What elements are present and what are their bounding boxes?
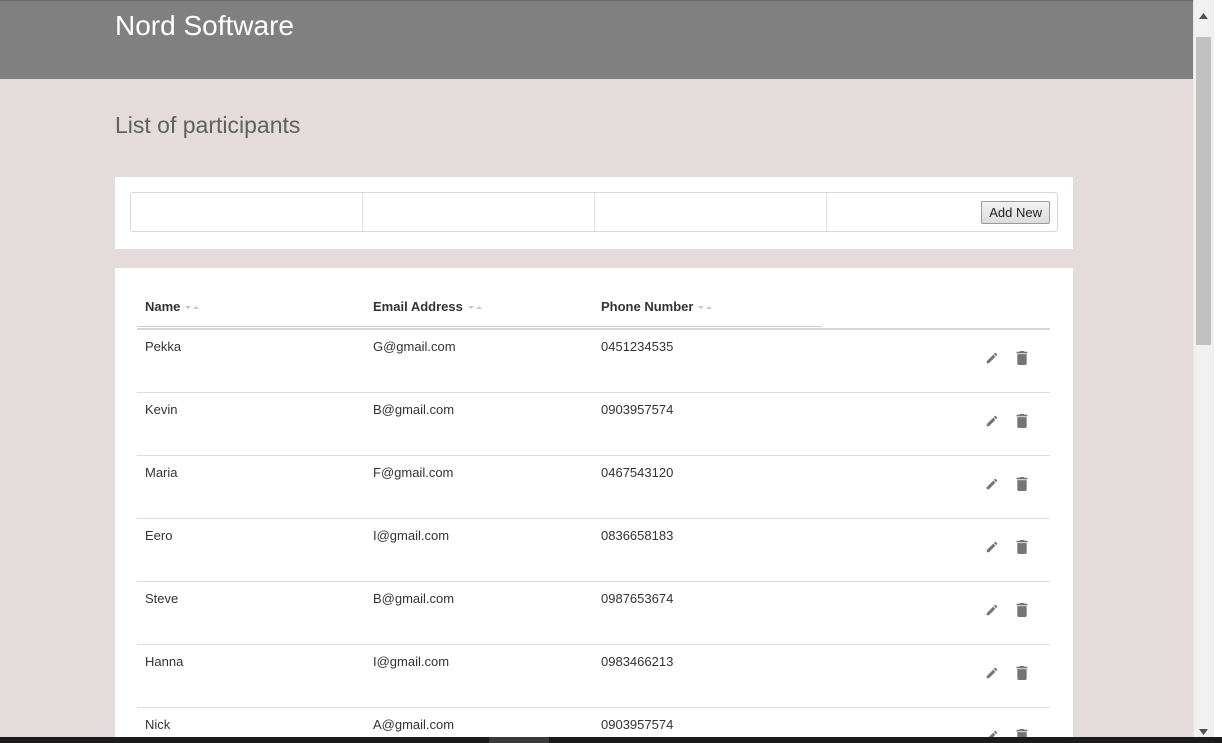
column-header-email[interactable]: Email Address xyxy=(373,299,484,314)
page-title: List of participants xyxy=(115,112,301,138)
cell-phone: 0836658183 xyxy=(601,528,674,543)
cell-email: B@gmail.com xyxy=(373,591,455,606)
trash-delete-icon[interactable] xyxy=(1016,729,1028,737)
trash-delete-icon[interactable] xyxy=(1016,477,1028,496)
table-row: Nick A@gmail.com 0903957574 xyxy=(137,708,1050,737)
sort-icon xyxy=(467,303,484,311)
phone-input[interactable] xyxy=(595,193,827,231)
cell-phone: 0987653674 xyxy=(601,591,674,606)
taskbar xyxy=(0,737,1222,743)
trash-delete-icon[interactable] xyxy=(1016,540,1028,559)
trash-delete-icon[interactable] xyxy=(1016,414,1028,433)
cell-name: Pekka xyxy=(145,339,182,354)
add-participant-form: Add New xyxy=(130,192,1058,232)
pencil-edit-icon[interactable] xyxy=(985,729,999,737)
add-button-cell: Add New xyxy=(827,193,1057,231)
trash-delete-icon[interactable] xyxy=(1016,603,1028,622)
cell-phone: 0467543120 xyxy=(601,465,674,480)
cell-email: G@gmail.com xyxy=(373,339,456,354)
pencil-edit-icon[interactable] xyxy=(985,414,999,433)
app-title: Nord Software xyxy=(115,10,294,41)
pencil-edit-icon[interactable] xyxy=(985,540,999,559)
email-input[interactable] xyxy=(363,193,595,231)
sort-icon xyxy=(185,303,201,311)
cell-name: Kevin xyxy=(145,402,178,417)
table-row: Kevin B@gmail.com 0903957574 xyxy=(137,393,1050,456)
pencil-edit-icon[interactable] xyxy=(985,666,999,685)
table-row: Pekka G@gmail.com 0451234535 xyxy=(137,330,1050,393)
window-edge xyxy=(1213,0,1222,737)
cell-phone: 0903957574 xyxy=(601,402,674,417)
pencil-edit-icon[interactable] xyxy=(985,351,999,370)
cell-email: B@gmail.com xyxy=(373,402,455,417)
app-header: Nord Software xyxy=(0,0,1193,79)
trash-delete-icon[interactable] xyxy=(1016,666,1028,685)
cell-name: Maria xyxy=(145,465,178,480)
sort-icon xyxy=(698,303,714,311)
add-participant-card: Add New xyxy=(115,177,1073,249)
cell-email: F@gmail.com xyxy=(373,465,454,480)
column-header-name[interactable]: Name xyxy=(145,299,201,314)
scroll-up-arrow-icon[interactable] xyxy=(1199,6,1208,24)
column-header-label: Email Address xyxy=(373,299,463,314)
browser-viewport: Nord Software List of participants Add N… xyxy=(0,0,1193,737)
participants-table: Name Email Address Phone Number Pekka G@… xyxy=(137,290,1050,737)
cell-phone: 0983466213 xyxy=(601,654,674,669)
scrollbar-thumb[interactable] xyxy=(1196,37,1211,345)
pencil-edit-icon[interactable] xyxy=(985,477,999,496)
header-divider xyxy=(137,326,822,327)
table-row: Maria F@gmail.com 0467543120 xyxy=(137,456,1050,519)
vertical-scrollbar[interactable] xyxy=(1193,0,1213,737)
column-header-phone[interactable]: Phone Number xyxy=(601,299,714,314)
column-header-label: Phone Number xyxy=(601,299,694,314)
cell-phone: 0451234535 xyxy=(601,339,674,354)
cell-email: I@gmail.com xyxy=(373,528,450,543)
trash-delete-icon[interactable] xyxy=(1016,351,1028,370)
name-input[interactable] xyxy=(131,193,363,231)
table-row: Eero I@gmail.com 0836658183 xyxy=(137,519,1050,582)
add-new-button[interactable]: Add New xyxy=(981,201,1050,224)
pencil-edit-icon[interactable] xyxy=(985,603,999,622)
column-header-label: Name xyxy=(145,299,181,314)
cell-name: Eero xyxy=(145,528,173,543)
taskbar-item xyxy=(489,737,549,743)
cell-name: Nick xyxy=(145,717,171,732)
cell-email: A@gmail.com xyxy=(373,717,455,732)
cell-name: Hanna xyxy=(145,654,184,669)
table-header: Name Email Address Phone Number xyxy=(137,290,1050,330)
table-row: Hanna I@gmail.com 0983466213 xyxy=(137,645,1050,708)
cell-name: Steve xyxy=(145,591,179,606)
participants-table-card: Name Email Address Phone Number Pekka G@… xyxy=(115,268,1073,737)
table-body: Pekka G@gmail.com 0451234535 Kevin B@gma… xyxy=(137,330,1050,737)
cell-phone: 0903957574 xyxy=(601,717,674,732)
cell-email: I@gmail.com xyxy=(373,654,450,669)
table-row: Steve B@gmail.com 0987653674 xyxy=(137,582,1050,645)
